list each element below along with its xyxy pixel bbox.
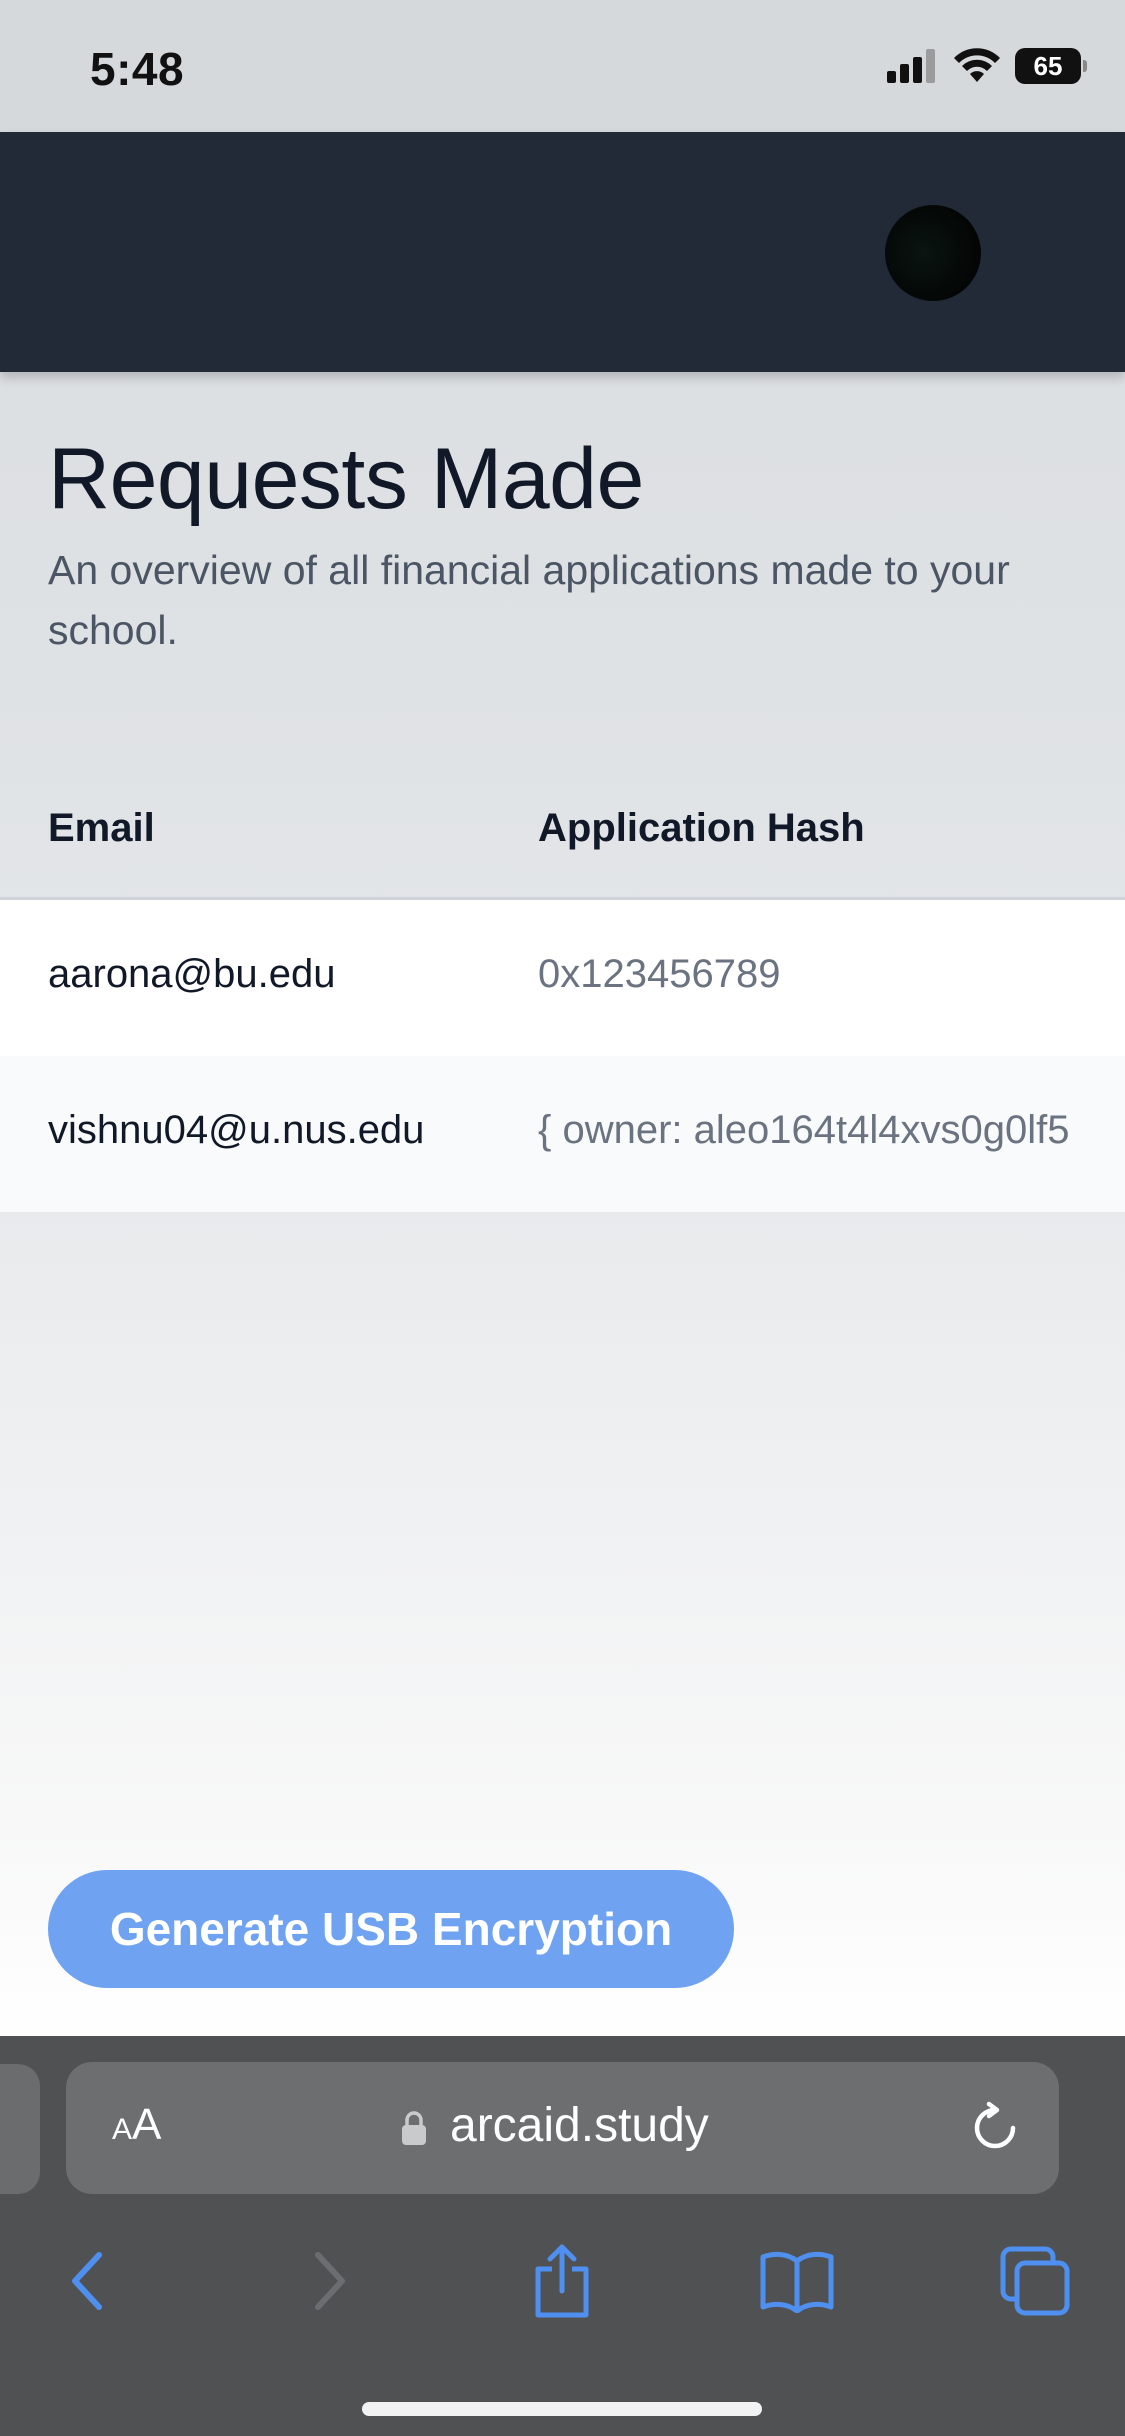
back-button[interactable] xyxy=(32,2226,142,2336)
table-row[interactable]: aarona@bu.edu 0x123456789 xyxy=(0,900,1125,1056)
share-icon xyxy=(535,2244,589,2318)
battery-icon: 65 xyxy=(1015,48,1087,84)
app-header xyxy=(0,132,1125,372)
reader-settings-button[interactable]: AA xyxy=(112,2100,161,2150)
back-icon xyxy=(72,2252,102,2310)
aa-large-label: A xyxy=(132,2100,162,2149)
previous-tab-edge[interactable] xyxy=(0,2064,40,2194)
url-text[interactable]: arcaid.study xyxy=(450,2098,709,2153)
cellular-signal-icon xyxy=(887,49,935,83)
column-header-application-hash: Application Hash xyxy=(538,806,865,850)
avatar[interactable] xyxy=(885,205,981,301)
status-icons: 65 xyxy=(887,48,1087,84)
requests-table: Email Application Hash aarona@bu.edu 0x1… xyxy=(0,770,1125,1212)
cell-application-hash: { owner: aleo164t4l4xvs0g0lf5 xyxy=(538,1108,1070,1152)
aa-small-label: A xyxy=(112,2113,133,2146)
generate-usb-encryption-button[interactable]: Generate USB Encryption xyxy=(48,1870,734,1988)
column-header-email: Email xyxy=(48,806,155,850)
reload-icon[interactable] xyxy=(967,2100,1023,2156)
forward-icon xyxy=(315,2252,345,2310)
status-bar: 5:48 65 xyxy=(0,0,1125,132)
tabs-icon xyxy=(1000,2246,1070,2316)
forward-button[interactable] xyxy=(275,2226,385,2336)
battery-level: 65 xyxy=(1033,50,1063,81)
wifi-icon xyxy=(954,48,1000,82)
tabs-button[interactable] xyxy=(980,2226,1090,2336)
browser-toolbar: AA arcaid.study xyxy=(0,2036,1125,2436)
table-row[interactable]: vishnu04@u.nus.edu { owner: aleo164t4l4x… xyxy=(0,1056,1125,1212)
share-button[interactable] xyxy=(507,2226,617,2336)
bookmarks-icon xyxy=(760,2251,834,2313)
cell-email: aarona@bu.edu xyxy=(48,952,336,996)
table-header: Email Application Hash xyxy=(0,770,1125,900)
navigation-row xyxy=(0,2226,1125,2336)
status-time: 5:48 xyxy=(90,43,185,95)
address-bar[interactable]: AA arcaid.study xyxy=(66,2062,1059,2194)
page-subtitle: An overview of all financial application… xyxy=(48,547,1010,653)
cell-email: vishnu04@u.nus.edu xyxy=(48,1108,425,1152)
home-indicator[interactable] xyxy=(362,2402,762,2416)
bookmarks-button[interactable] xyxy=(742,2226,852,2336)
cell-application-hash: 0x123456789 xyxy=(538,952,781,996)
page-title: Requests Made xyxy=(48,431,644,527)
lock-icon xyxy=(402,2111,426,2145)
